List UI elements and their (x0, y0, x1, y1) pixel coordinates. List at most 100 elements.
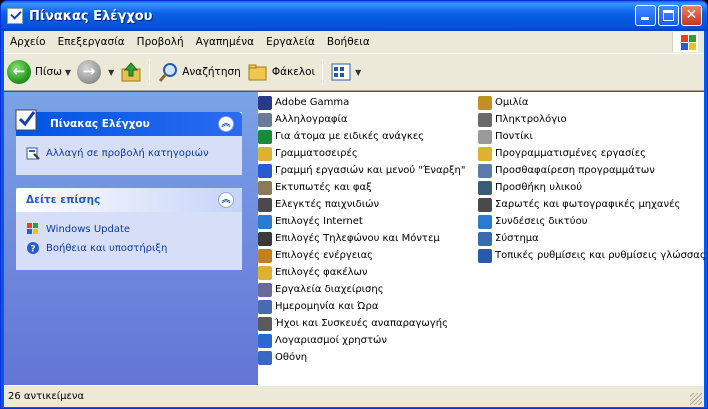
title-bar[interactable]: Πίνακας Ελέγχου ✕ (1, 1, 707, 31)
control-panel-item[interactable]: Ελεγκτές παιχνιδιών (258, 196, 465, 213)
applet-icon (478, 163, 492, 178)
control-panel-item[interactable]: Σαρωτές και φωτογραφικές μηχανές (478, 196, 706, 213)
menu-help[interactable]: Βοήθεια (321, 36, 376, 48)
applet-icon (258, 180, 272, 195)
control-panel-item[interactable]: Επιλογές ενέργειας (258, 247, 465, 264)
item-label: Σύστημα (495, 233, 539, 244)
resize-grip-icon[interactable] (690, 393, 702, 405)
svg-text:?: ? (30, 245, 35, 255)
control-panel-item[interactable]: Adobe Gamma (258, 94, 465, 111)
maximize-icon (663, 10, 674, 21)
item-label: Ελεγκτές παιχνιδιών (275, 199, 380, 210)
item-label: Ημερομηνία και Ώρα (275, 301, 379, 312)
control-panel-item[interactable]: Ήχοι και Συσκευές αναπαραγωγής (258, 315, 465, 332)
item-label: Ομιλία (495, 97, 529, 108)
applet-icon (478, 146, 492, 161)
control-panel-item[interactable]: Λογαριασμοί χρηστών (258, 332, 465, 349)
applet-icon (258, 163, 272, 178)
up-button[interactable] (117, 57, 145, 87)
windows-update-link[interactable]: Windows Update (26, 221, 232, 237)
control-panel-item[interactable]: Επιλογές φακέλων (258, 264, 465, 281)
control-panel-window: Πίνακας Ελέγχου ✕ Αρχείο Επεξεργασία Προ… (0, 0, 708, 409)
folders-label: Φάκελοι (271, 66, 316, 78)
control-panel-item[interactable]: Προγραμματισμένες εργασίες (478, 145, 706, 162)
control-panel-item[interactable]: Εκτυπωτές και φαξ (258, 179, 465, 196)
control-panel-item[interactable]: Γραμματοσειρές (258, 145, 465, 162)
back-button[interactable]: ← Πίσω ▼ (4, 57, 74, 87)
status-text: 26 αντικείμενα (8, 391, 85, 402)
menu-view[interactable]: Προβολή (131, 36, 190, 48)
views-button[interactable]: ▼ (327, 57, 364, 87)
panel-header[interactable]: Δείτε επίσης ︽ (16, 188, 242, 212)
item-label: Αλληλογραφία (275, 114, 348, 125)
control-panel-item[interactable]: Γραμμή εργασιών και μενού "Έναρξη" (258, 162, 465, 179)
control-panel-item[interactable]: Ημερομηνία και Ώρα (258, 298, 465, 315)
item-label: Επιλογές Internet (275, 216, 363, 227)
item-label: Προγραμματισμένες εργασίες (495, 148, 646, 159)
item-label: Συνδέσεις δικτύου (495, 216, 588, 227)
control-panel-item[interactable]: Συνδέσεις δικτύου (478, 213, 706, 230)
applet-icon (478, 231, 492, 246)
control-panel-item[interactable]: Οθόνη (258, 349, 465, 366)
help-and-support-link[interactable]: ? Βοήθεια και υποστήριξη (26, 240, 232, 256)
menu-file[interactable]: Αρχείο (4, 36, 52, 48)
item-label: Για άτομα με ειδικές ανάγκες (275, 131, 425, 142)
control-panel-item[interactable]: Σύστημα (478, 230, 706, 247)
control-panel-item[interactable]: Ομιλία (478, 94, 706, 111)
applet-icon (258, 282, 272, 297)
item-label: Εκτυπωτές και φαξ (275, 182, 372, 193)
menu-tools[interactable]: Εργαλεία (260, 36, 321, 48)
views-icon (331, 63, 351, 81)
item-label: Οθόνη (275, 352, 308, 363)
item-label: Επιλογές ενέργειας (275, 250, 374, 261)
item-label: Επιλογές Τηλεφώνου και Μόντεμ (275, 233, 440, 244)
collapse-chevron-icon[interactable]: ︽ (218, 116, 234, 132)
control-panel-item[interactable]: Προσθήκη υλικού (478, 179, 706, 196)
item-label: Ποντίκι (495, 131, 533, 142)
control-panel-item[interactable]: Τοπικές ρυθμίσεις και ρυθμίσεις γλώσσας (478, 247, 706, 264)
item-label: Γραμμή εργασιών και μενού "Έναρξη" (275, 165, 466, 176)
applet-icon (258, 197, 272, 212)
menu-favorites[interactable]: Αγαπημένα (190, 36, 260, 48)
applet-icon (478, 248, 492, 263)
minimize-button[interactable] (635, 5, 656, 26)
search-button[interactable]: Αναζήτηση (154, 57, 244, 87)
menu-bar: Αρχείο Επεξεργασία Προβολή Αγαπημένα Εργ… (4, 31, 704, 53)
link-label: Windows Update (46, 223, 131, 235)
category-view-icon (26, 147, 40, 160)
back-label: Πίσω (35, 66, 62, 78)
link-label: Αλλαγή σε προβολή κατηγοριών (46, 147, 209, 159)
applet-icon (258, 112, 272, 127)
switch-to-category-view-link[interactable]: Αλλαγή σε προβολή κατηγοριών (26, 145, 232, 161)
back-dropdown-icon[interactable]: ▼ (65, 68, 71, 77)
close-button[interactable]: ✕ (681, 5, 702, 26)
windows-update-icon (27, 223, 38, 234)
control-panel-item[interactable]: Προσθαφαίρεση προγραμμάτων (478, 162, 706, 179)
control-panel-item[interactable]: Ποντίκι (478, 128, 706, 145)
toolbar-separator (149, 59, 151, 85)
forward-dropdown-icon[interactable]: ▼ (108, 68, 114, 77)
applet-icon (258, 95, 272, 110)
items-column-2: Ομιλία Πληκτρολόγιο Ποντίκι Προγραμματισμέν… (478, 94, 706, 264)
control-panel-item[interactable]: Εργαλεία διαχείρισης (258, 281, 465, 298)
control-panel-item[interactable]: Επιλογές Internet (258, 213, 465, 230)
windows-logo-icon (672, 32, 698, 52)
search-icon (159, 63, 178, 82)
control-panel-item[interactable]: Για άτομα με ειδικές ανάγκες (258, 128, 465, 145)
panel-header[interactable]: Πίνακας Ελέγχου ︽ (15, 109, 242, 136)
control-panel-item[interactable]: Επιλογές Τηλεφώνου και Μόντεμ (258, 230, 465, 247)
forward-button[interactable]: → ▼ (74, 57, 117, 87)
menu-edit[interactable]: Επεξεργασία (52, 36, 131, 48)
collapse-chevron-icon[interactable]: ︽ (218, 192, 234, 208)
maximize-button[interactable] (658, 5, 679, 26)
status-bar: 26 αντικείμενα (4, 385, 704, 407)
help-icon: ? (27, 242, 39, 255)
control-panel-item[interactable]: Αλληλογραφία (258, 111, 465, 128)
folders-button[interactable]: Φάκελοι (244, 57, 318, 87)
control-panel-item[interactable]: Πληκτρολόγιο (478, 111, 706, 128)
item-label: Προσθήκη υλικού (495, 182, 583, 193)
minimize-icon (641, 17, 649, 20)
applet-icon (258, 316, 272, 331)
applet-icon (258, 231, 272, 246)
applet-icon (258, 299, 272, 314)
